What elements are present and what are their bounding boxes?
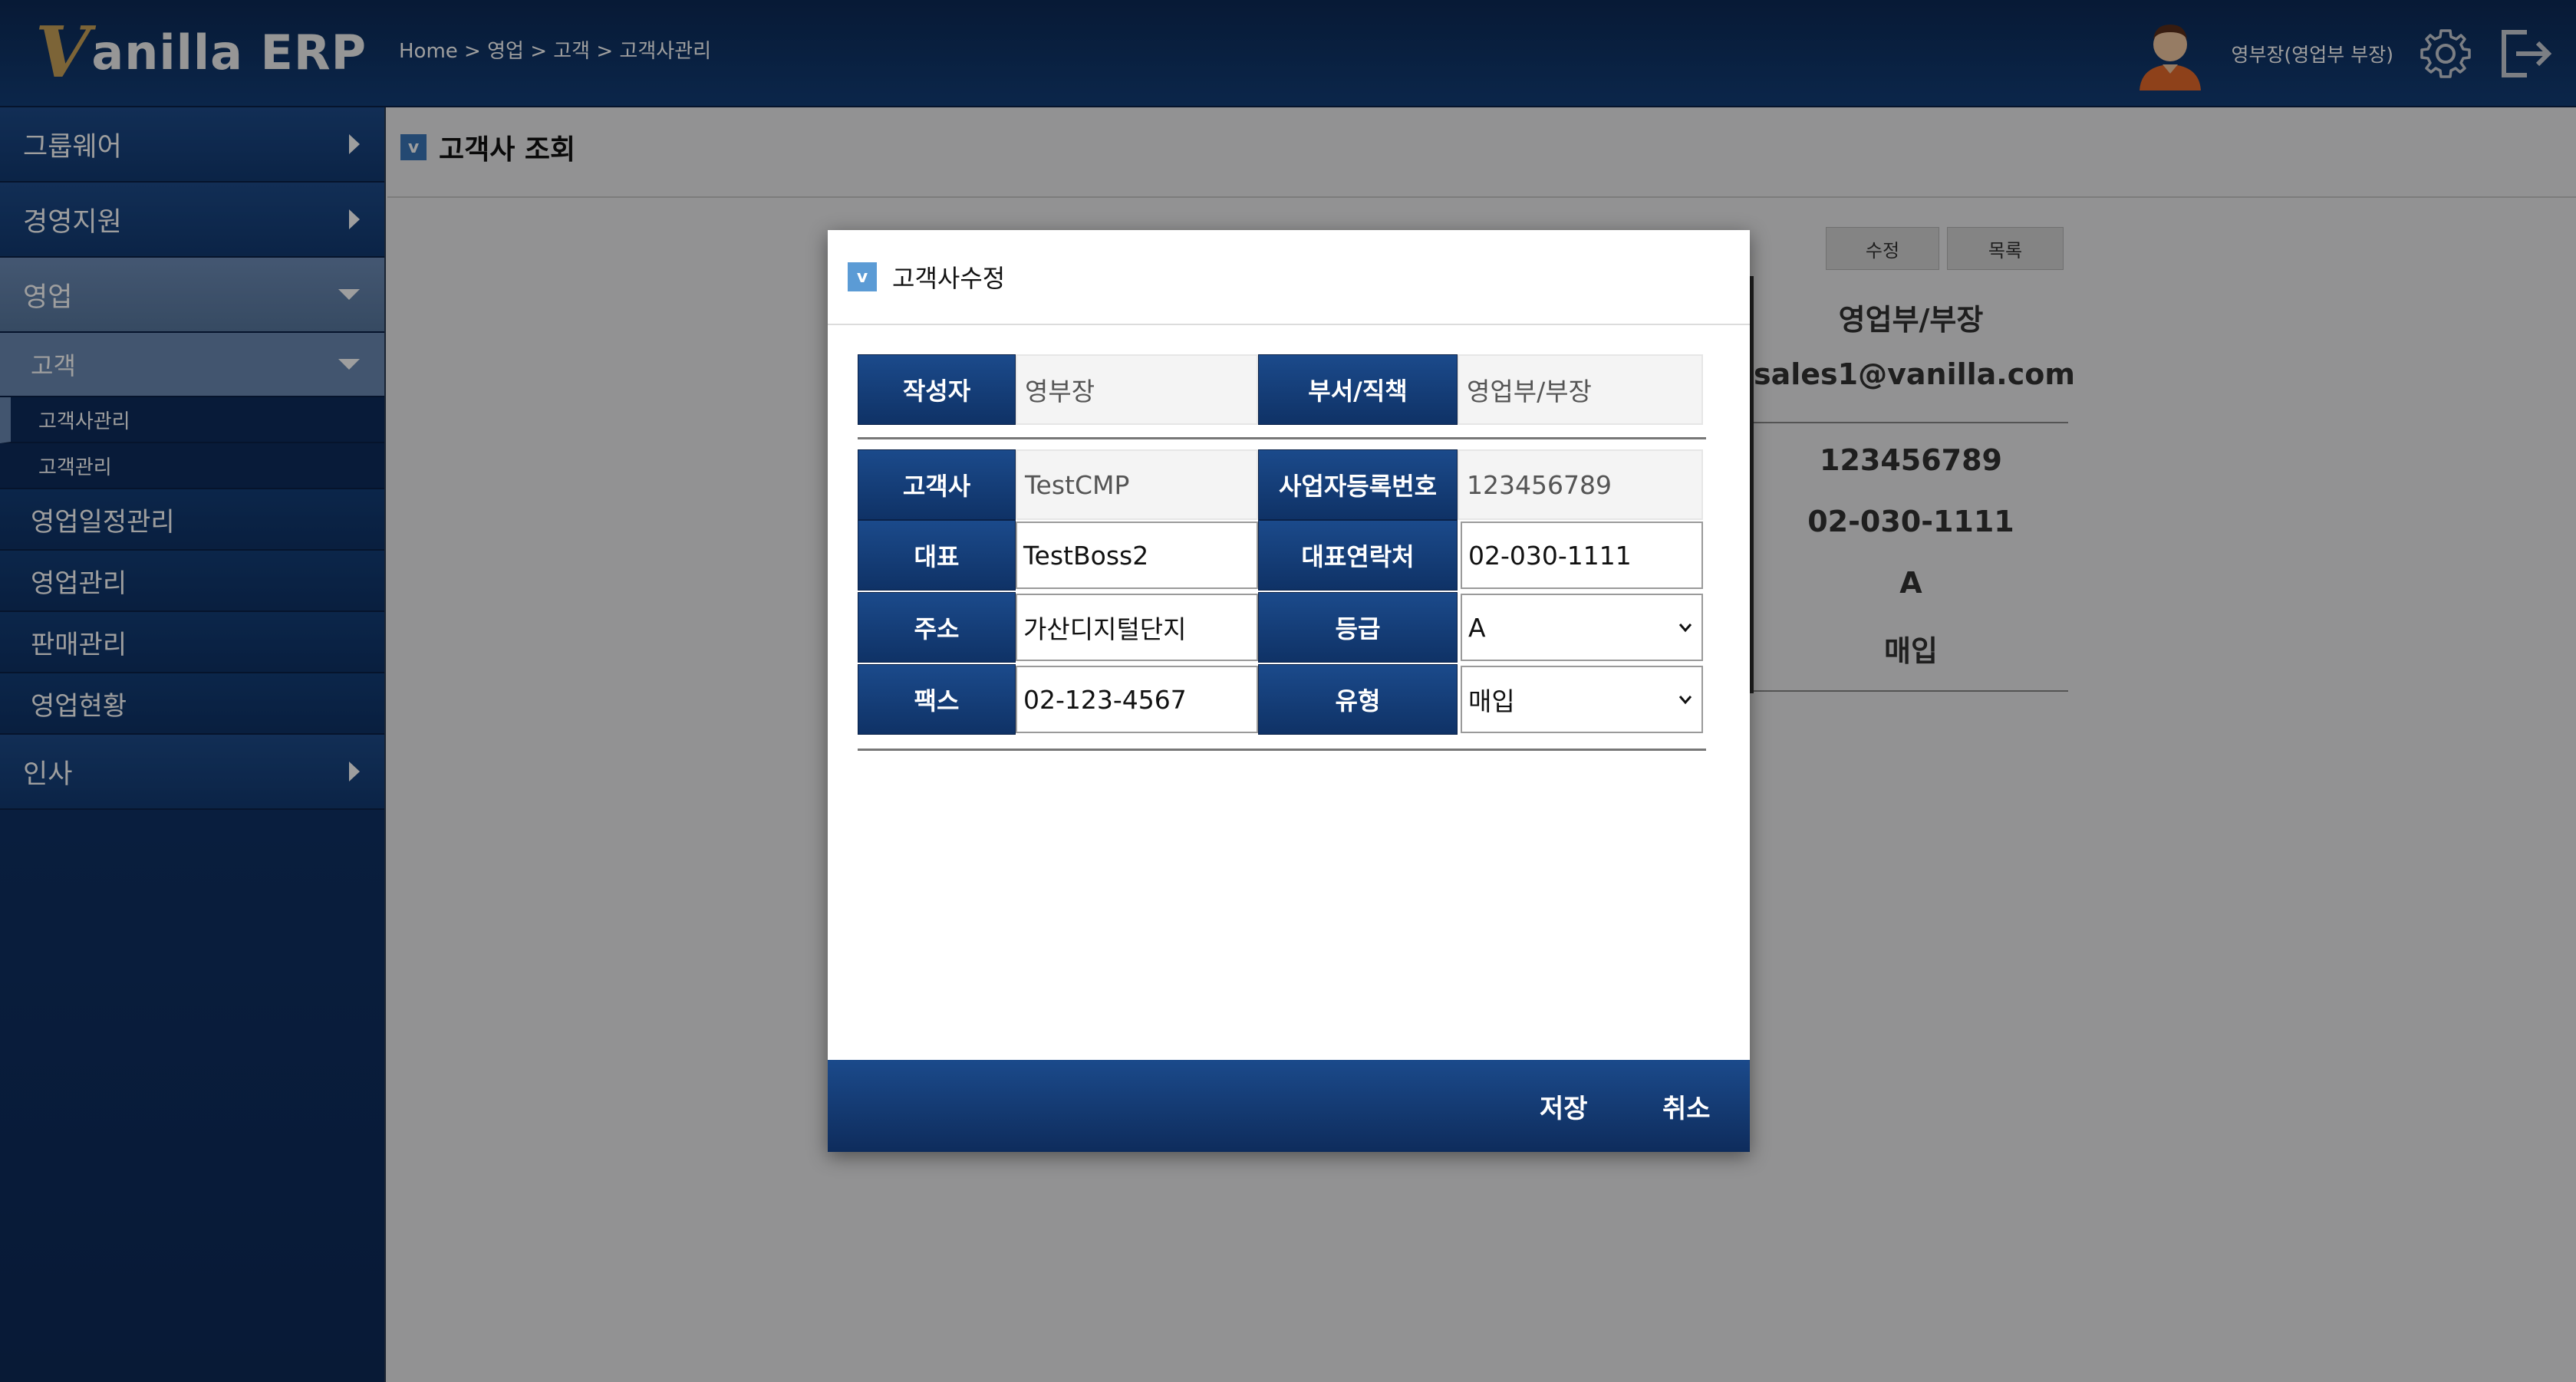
modal-title: 고객사수정	[892, 264, 1006, 293]
ceo-phone-label: 대표연락처	[1258, 520, 1458, 591]
biz-number-label: 사업자등록번호	[1258, 449, 1458, 520]
dept-position-label: 부서/직책	[1258, 354, 1458, 425]
ceo-phone-input[interactable]: 02-030-1111	[1461, 522, 1703, 589]
dept-position-value: 영업부/부장	[1458, 354, 1703, 425]
company-label: 고객사	[858, 449, 1016, 520]
chevron-down-icon	[1678, 696, 1692, 705]
ceo-input[interactable]: TestBoss2	[1016, 522, 1258, 589]
form-row-writer: 작성자 영부장 부서/직책 영업부/부장	[858, 354, 1706, 425]
save-button[interactable]: 저장	[1540, 1088, 1588, 1125]
form-row-ceo: 대표 TestBoss2 대표연락처 02-030-1111	[858, 520, 1706, 591]
ceo-label: 대표	[858, 520, 1016, 591]
address-input[interactable]: 가산디지털단지	[1016, 594, 1258, 661]
cancel-button[interactable]: 취소	[1662, 1088, 1711, 1125]
biz-number-value: 123456789	[1458, 449, 1703, 520]
grade-select-value: A	[1468, 612, 1486, 643]
form-row-company: 고객사 TestCMP 사업자등록번호 123456789	[858, 449, 1706, 520]
modal-footer: 저장 취소	[828, 1060, 1750, 1152]
divider	[858, 437, 1706, 439]
edit-customer-modal: v 고객사수정 작성자 영부장 부서/직책 영업부/부장 고객사 TestCMP…	[828, 230, 1750, 1152]
type-select-value: 매입	[1468, 686, 1515, 716]
divider	[858, 749, 1706, 751]
form-row-fax: 팩스 02-123-4567 유형 매입	[858, 664, 1706, 735]
grade-label: 등급	[1258, 592, 1458, 663]
type-select[interactable]: 매입	[1461, 666, 1703, 733]
modal-header: v 고객사수정	[828, 230, 1750, 325]
fax-label: 팩스	[858, 664, 1016, 735]
fax-input[interactable]: 02-123-4567	[1016, 666, 1258, 733]
form-row-address: 주소 가산디지털단지 등급 A	[858, 592, 1706, 663]
type-label: 유형	[1258, 664, 1458, 735]
address-label: 주소	[858, 592, 1016, 663]
chevron-down-icon	[1678, 624, 1692, 633]
writer-value: 영부장	[1016, 354, 1258, 425]
writer-label: 작성자	[858, 354, 1016, 425]
grade-select[interactable]: A	[1461, 594, 1703, 661]
company-value: TestCMP	[1016, 449, 1258, 520]
v-badge-icon: v	[848, 262, 877, 291]
